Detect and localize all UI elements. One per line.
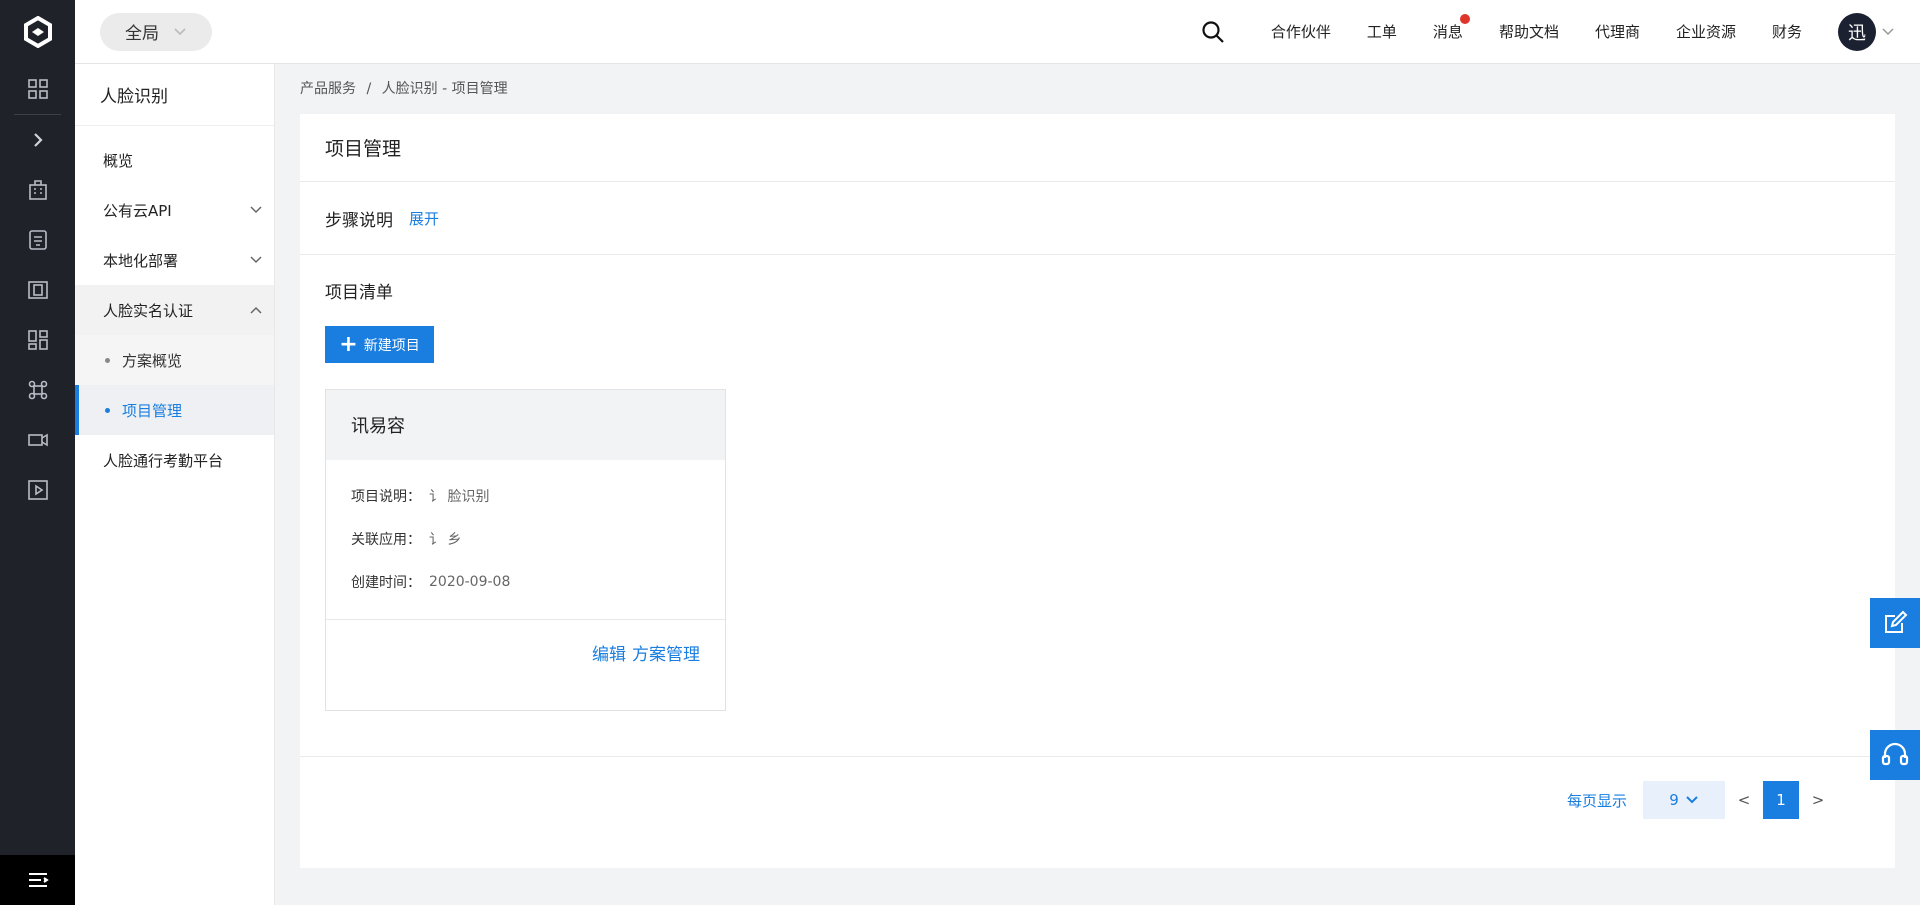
card-row-created: 创建时间： 2020-09-08 bbox=[326, 560, 725, 603]
divider bbox=[300, 756, 1895, 757]
logo-icon[interactable] bbox=[0, 0, 75, 64]
sidebar-item-label: 本地化部署 bbox=[103, 251, 179, 270]
card-field-value: 讠 脸识别 bbox=[429, 488, 490, 505]
bullet-icon bbox=[105, 357, 110, 363]
command-icon[interactable] bbox=[0, 365, 75, 415]
steps-section: 步骤说明 展开 bbox=[300, 182, 1895, 255]
card-field-label: 项目说明： bbox=[351, 488, 421, 505]
card-field-value: 2020-09-08 bbox=[429, 573, 511, 590]
chevron-down-icon bbox=[250, 206, 262, 214]
chevron-up-icon bbox=[250, 306, 262, 314]
nav-agents[interactable]: 代理商 bbox=[1595, 21, 1640, 42]
chevron-down-icon bbox=[1882, 27, 1894, 35]
top-bar: 全局 合作伙伴 工单 消息 帮助文档 代理商 企业资源 财务 迅 bbox=[75, 0, 1920, 64]
nav-partners[interactable]: 合作伙伴 bbox=[1271, 21, 1331, 42]
nav-messages[interactable]: 消息 bbox=[1432, 14, 1470, 42]
user-menu[interactable]: 迅 bbox=[1838, 12, 1894, 51]
project-card-body: 项目说明： 讠 脸识别 关联应用： 讠 乡 创建时间： 2020-09-08 bbox=[326, 460, 725, 620]
pagination: 每页显示 9 < 1 > bbox=[1567, 781, 1837, 819]
product-sidebar: 人脸识别 概览 公有云API 本地化部署 人脸实名认证 方案概览 项目管理 人脸… bbox=[75, 64, 275, 905]
nav-tickets[interactable]: 工单 bbox=[1367, 21, 1397, 42]
feedback-edit-icon[interactable] bbox=[1870, 598, 1920, 648]
per-page-label: 每页显示 bbox=[1566, 791, 1627, 810]
card-actions: 编辑 方案管理 bbox=[326, 620, 725, 710]
breadcrumb-root[interactable]: 产品服务 bbox=[300, 81, 356, 97]
breadcrumb: 产品服务 / 人脸识别 - 项目管理 bbox=[300, 78, 514, 98]
media-play-icon[interactable] bbox=[0, 465, 75, 515]
nav-messages-label: 消息 bbox=[1432, 23, 1463, 41]
sidebar-item-label: 公有云API bbox=[103, 201, 172, 220]
sidebar-subitem-label: 方案概览 bbox=[122, 351, 183, 370]
nav-help-docs[interactable]: 帮助文档 bbox=[1499, 21, 1559, 42]
sidebar-subitem-project-management[interactable]: 项目管理 bbox=[75, 385, 274, 435]
steps-label: 步骤说明 bbox=[325, 210, 393, 231]
sidebar-item-public-cloud-api[interactable]: 公有云API bbox=[75, 185, 274, 235]
chevron-down-icon bbox=[1686, 796, 1698, 804]
video-camera-icon[interactable] bbox=[0, 415, 75, 465]
bullet-icon bbox=[105, 407, 110, 413]
sidebar-item-label: 概览 bbox=[103, 151, 134, 170]
prev-page-button[interactable]: < bbox=[1725, 791, 1763, 809]
card-field-value: 讠 乡 bbox=[429, 531, 462, 548]
main-panel: 项目管理 步骤说明 展开 项目清单 + 新建项目 讯易容 项目说明： 讠 脸识别… bbox=[300, 114, 1895, 868]
apps-grid-icon[interactable] bbox=[0, 315, 75, 365]
dashboard-icon[interactable] bbox=[0, 64, 75, 114]
edit-link[interactable]: 编辑 bbox=[592, 640, 626, 665]
breadcrumb-current: 人脸识别 - 项目管理 bbox=[381, 81, 508, 97]
sidebar-title: 人脸识别 bbox=[75, 64, 274, 126]
page-size-select[interactable]: 9 bbox=[1643, 781, 1725, 819]
expand-link[interactable]: 展开 bbox=[409, 208, 439, 229]
chevron-down-icon bbox=[250, 256, 262, 264]
scope-label: 全局 bbox=[125, 24, 159, 44]
next-page-button[interactable]: > bbox=[1799, 791, 1837, 809]
card-row-linked-app: 关联应用： 讠 乡 bbox=[326, 517, 725, 560]
database-icon[interactable] bbox=[0, 215, 75, 265]
sidebar-item-overview[interactable]: 概览 bbox=[75, 135, 274, 185]
sidebar-item-attendance-platform[interactable]: 人脸通行考勤平台 bbox=[75, 435, 274, 485]
menu-toggle-icon[interactable] bbox=[0, 855, 75, 905]
sidebar-item-label: 人脸实名认证 bbox=[103, 301, 194, 320]
sidebar-subitem-label: 项目管理 bbox=[122, 401, 183, 420]
project-card: 讯易容 项目说明： 讠 脸识别 关联应用： 讠 乡 创建时间： 2020-09-… bbox=[325, 389, 726, 711]
page-size-value: 9 bbox=[1669, 791, 1679, 809]
scope-selector[interactable]: 全局 bbox=[100, 12, 212, 51]
card-field-label: 关联应用： bbox=[351, 531, 421, 548]
page-title: 项目管理 bbox=[300, 114, 1895, 182]
solution-manage-link[interactable]: 方案管理 bbox=[632, 640, 700, 665]
sidebar-item-local-deployment[interactable]: 本地化部署 bbox=[75, 235, 274, 285]
avatar: 迅 bbox=[1838, 12, 1876, 51]
sidebar-item-face-realname-auth[interactable]: 人脸实名认证 bbox=[75, 285, 274, 335]
customer-service-headset-icon[interactable] bbox=[1870, 730, 1920, 780]
new-project-label: 新建项目 bbox=[363, 337, 420, 354]
sidebar-subitem-solution-overview[interactable]: 方案概览 bbox=[75, 335, 274, 385]
breadcrumb-separator: / bbox=[366, 81, 372, 97]
sidebar-item-label: 人脸通行考勤平台 bbox=[103, 451, 224, 470]
new-project-button[interactable]: + 新建项目 bbox=[325, 326, 434, 363]
chevron-down-icon bbox=[174, 27, 186, 35]
notification-dot bbox=[1459, 14, 1470, 24]
card-row-description: 项目说明： 讠 脸识别 bbox=[326, 474, 725, 517]
project-list-title: 项目清单 bbox=[325, 283, 393, 303]
server-icon[interactable] bbox=[0, 265, 75, 315]
card-field-label: 创建时间： bbox=[351, 574, 421, 591]
icon-rail bbox=[0, 0, 75, 905]
page-number-button[interactable]: 1 bbox=[1763, 781, 1799, 819]
plus-icon: + bbox=[339, 331, 358, 357]
project-card-name: 讯易容 bbox=[326, 390, 725, 460]
expand-chevron-icon[interactable] bbox=[0, 115, 75, 165]
building-icon[interactable] bbox=[0, 165, 75, 215]
search-icon[interactable] bbox=[1201, 20, 1225, 44]
nav-finance[interactable]: 财务 bbox=[1772, 21, 1802, 42]
nav-enterprise-resources[interactable]: 企业资源 bbox=[1676, 21, 1736, 42]
